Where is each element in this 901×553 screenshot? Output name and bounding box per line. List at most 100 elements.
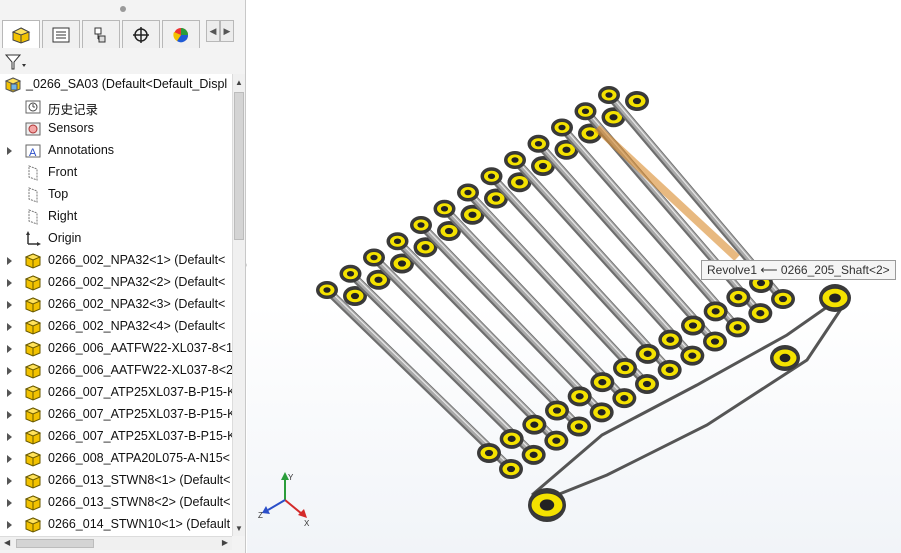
tree-item-label: 0266_002_NPA32<1> (Default< (48, 253, 226, 267)
expand-arrow-icon[interactable] (6, 255, 14, 267)
scroll-left-arrow-icon[interactable]: ◀ (4, 538, 10, 547)
roller-shaft[interactable] (465, 189, 644, 380)
expand-arrow-icon[interactable] (6, 365, 14, 377)
display-manager-tab[interactable] (162, 20, 200, 48)
origin-icon (24, 231, 42, 247)
part-icon (24, 275, 42, 291)
filter-icon (4, 54, 26, 70)
triad-x-label: X (304, 519, 310, 528)
tree-item[interactable]: A Annotations (0, 140, 232, 162)
part-icon (24, 341, 42, 357)
tree-item[interactable]: 历史记录 (0, 96, 232, 118)
roller-shaft[interactable] (371, 254, 553, 437)
tree-item[interactable]: 0266_013_STWN8<2> (Default< (0, 492, 232, 514)
tree-item-label: 0266_006_AATFW22-XL037-8<1 (48, 341, 232, 355)
featuremanager-panel: ◀ ▶ _0266_SA03 (Default<Default_Displ 历史… (0, 0, 246, 553)
tree-item[interactable]: 0266_007_ATP25XL037-B-P15-K (0, 382, 232, 404)
expand-arrow-icon[interactable] (6, 343, 14, 355)
part-icon (24, 297, 42, 313)
tree-item[interactable]: 0266_002_NPA32<1> (Default< (0, 250, 232, 272)
tree-item[interactable]: 0266_006_AATFW22-XL037-8<1 (0, 338, 232, 360)
expand-arrow-icon[interactable] (6, 145, 14, 157)
tree-item[interactable]: Top (0, 184, 232, 206)
part-icon (24, 473, 42, 489)
roller-shaft[interactable] (395, 237, 576, 422)
roller-shaft[interactable] (418, 221, 599, 408)
tree-item[interactable]: 0266_002_NPA32<2> (Default< (0, 272, 232, 294)
tree-item-label: Right (48, 209, 78, 223)
expand-arrow-icon[interactable] (6, 387, 14, 399)
tree-item[interactable]: 0266_013_STWN8<1> (Default< (0, 470, 232, 492)
roller-shaft[interactable] (536, 140, 712, 337)
expand-arrow-icon[interactable] (6, 519, 14, 531)
expand-arrow-icon[interactable] (6, 299, 14, 311)
tree-item-label: Annotations (48, 143, 115, 157)
filter-button[interactable] (4, 51, 30, 73)
tree-item[interactable]: 0266_006_AATFW22-XL037-8<2 (0, 360, 232, 382)
tree-item[interactable]: 0266_007_ATP25XL037-B-P15-K (0, 426, 232, 448)
tab-scroll-right-button[interactable]: ▶ (220, 20, 234, 42)
scroll-down-arrow-icon[interactable]: ▼ (234, 522, 244, 534)
part-icon (24, 451, 42, 467)
expand-arrow-icon[interactable] (6, 431, 14, 443)
tree-item[interactable]: 0266_014_STWN10<1> (Default (0, 514, 232, 536)
roller-shaft[interactable] (442, 205, 621, 394)
scroll-up-arrow-icon[interactable]: ▲ (234, 76, 244, 88)
roller-shaft[interactable] (559, 124, 735, 323)
featuremanager-tab[interactable] (2, 20, 40, 48)
tree-item-label: 0266_013_STWN8<2> (Default< (48, 495, 231, 509)
tree-item[interactable]: 0266_008_ATPA20L075-A-N15< (0, 448, 232, 470)
part-icon (24, 517, 42, 533)
expand-arrow-icon[interactable] (6, 409, 14, 421)
tree-item-label: Origin (48, 231, 82, 245)
tab-scroll-arrows: ◀ ▶ (206, 20, 234, 48)
selection-tooltip: Revolve1 ⟵ 0266_205_Shaft<2> (701, 260, 896, 280)
tree-item[interactable]: Origin (0, 228, 232, 250)
hscroll-thumb[interactable] (16, 539, 94, 548)
tree-item[interactable]: 0266_002_NPA32<4> (Default< (0, 316, 232, 338)
appearance-sphere-icon (173, 27, 189, 42)
scroll-right-arrow-icon[interactable]: ▶ (222, 538, 228, 547)
propertymanager-tab[interactable] (42, 20, 80, 48)
part-icon (24, 385, 42, 401)
tree-item[interactable]: 0266_007_ATP25XL037-B-P15-K (0, 404, 232, 426)
tree-item[interactable]: Right (0, 206, 232, 228)
expand-arrow-icon[interactable] (6, 453, 14, 465)
expand-arrow-icon[interactable] (6, 277, 14, 289)
tree-item[interactable]: Front (0, 162, 232, 184)
tree-item-label: 0266_014_STWN10<1> (Default (48, 517, 231, 531)
tree-item-label: 历史记录 (48, 103, 99, 117)
part-icon (24, 253, 42, 269)
tree-vertical-scrollbar[interactable]: ▲ ▼ (232, 74, 245, 536)
tree-item-label: 0266_006_AATFW22-XL037-8<2 (48, 363, 232, 377)
tree-item-label: Top (48, 187, 69, 201)
featuremanager-icon (11, 26, 31, 44)
tree-item[interactable]: 0266_002_NPA32<3> (Default< (0, 294, 232, 316)
roller-shaft[interactable] (489, 172, 667, 366)
dimxpert-tab[interactable] (122, 20, 160, 48)
plane-icon (24, 187, 42, 203)
part-icon (24, 363, 42, 379)
panel-grip[interactable] (0, 0, 245, 18)
configuration-icon (94, 27, 106, 42)
expand-arrow-icon[interactable] (6, 497, 14, 509)
reference-triad: Y X Z (258, 472, 310, 528)
crosshair-icon (133, 26, 149, 43)
expand-arrow-icon[interactable] (6, 475, 14, 487)
tab-scroll-left-button[interactable]: ◀ (206, 20, 220, 42)
roller-shaft[interactable] (324, 286, 508, 465)
expand-arrow-icon[interactable] (6, 321, 14, 333)
sensors-icon (24, 121, 42, 137)
tree-item-label: 0266_013_STWN8<1> (Default< (48, 473, 231, 487)
tree-item-label: 0266_007_ATP25XL037-B-P15-K (48, 429, 232, 443)
tree-horizontal-scrollbar[interactable]: ◀ ▶ (0, 536, 232, 550)
roller-shaft[interactable] (348, 270, 531, 451)
tree-item[interactable]: Sensors (0, 118, 232, 140)
scroll-thumb[interactable] (234, 92, 244, 240)
tree-root-assembly[interactable]: _0266_SA03 (Default<Default_Displ (0, 74, 232, 96)
tree-item-label: 0266_002_NPA32<4> (Default< (48, 319, 226, 333)
configurationmanager-tab[interactable] (82, 20, 120, 48)
tree-item-label: 0266_002_NPA32<3> (Default< (48, 297, 226, 311)
annotations-icon: A (24, 143, 42, 159)
tree-item-list: 历史记录 Sensors A Annotations Front Top Right Orig… (0, 96, 232, 536)
